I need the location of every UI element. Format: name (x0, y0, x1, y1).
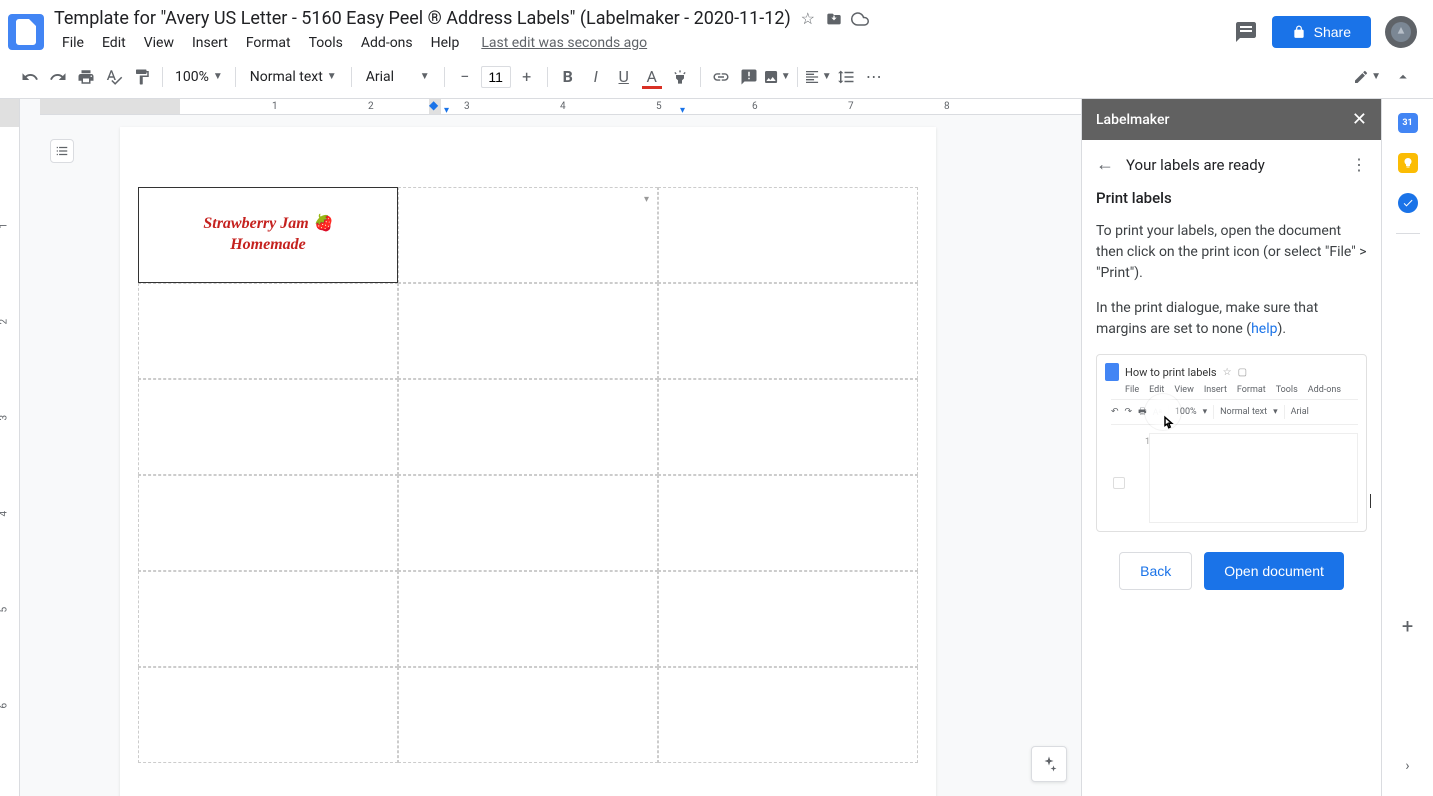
menu-addons[interactable]: Add-ons (353, 31, 421, 55)
menu-file[interactable]: File (54, 31, 92, 55)
label-line1: Strawberry Jam 🍓 (203, 214, 332, 235)
calendar-icon[interactable]: 31 (1398, 113, 1418, 133)
help-link[interactable]: help (1251, 321, 1277, 337)
align-button[interactable]: ▼ (804, 63, 832, 91)
menu-insert[interactable]: Insert (184, 31, 236, 55)
menu-edit[interactable]: Edit (94, 31, 134, 55)
line-spacing-button[interactable] (832, 63, 860, 91)
text-color-button[interactable]: A (638, 63, 666, 91)
mini-star-icon: ☆ (1223, 367, 1232, 378)
back-arrow-icon[interactable]: ← (1096, 154, 1114, 175)
mini-doc-title: How to print labels (1125, 366, 1217, 379)
mini-docs-logo (1105, 363, 1119, 381)
spellcheck-button[interactable] (100, 63, 128, 91)
panel-subtitle: Your labels are ready (1126, 156, 1339, 174)
user-avatar[interactable] (1385, 16, 1417, 48)
label-cell[interactable] (658, 667, 918, 763)
bold-button[interactable]: B (554, 63, 582, 91)
share-button[interactable]: Share (1272, 16, 1371, 48)
label-cell[interactable] (658, 187, 918, 283)
panel-title: Labelmaker (1096, 112, 1169, 128)
document-title[interactable]: Template for "Avery US Letter - 5160 Eas… (54, 8, 791, 29)
panel-para1: To print your labels, open the document … (1096, 221, 1367, 284)
collapse-sidebar-icon[interactable]: › (1398, 756, 1418, 776)
toolbar: 100%▼ Normal text▼ Arial▼ − + B I U A ▼ … (0, 55, 1433, 99)
label-cell[interactable] (138, 667, 398, 763)
last-edit-link[interactable]: Last edit was seconds ago (481, 35, 647, 51)
move-icon[interactable] (825, 10, 843, 28)
label-cell[interactable]: Strawberry Jam 🍓 Homemade (138, 187, 398, 283)
star-icon[interactable]: ☆ (799, 10, 817, 28)
docs-logo[interactable] (8, 14, 44, 50)
close-icon[interactable]: ✕ (1352, 109, 1367, 130)
zoom-select[interactable]: 100%▼ (169, 65, 229, 89)
label-cell[interactable] (398, 667, 658, 763)
label-cell[interactable] (398, 379, 658, 475)
font-size-increase[interactable]: + (513, 63, 541, 91)
menu-format[interactable]: Format (238, 31, 299, 55)
label-cell[interactable] (138, 283, 398, 379)
panel-header: Labelmaker ✕ (1082, 99, 1381, 140)
outline-toggle-button[interactable] (50, 139, 74, 163)
font-size-decrease[interactable]: − (451, 63, 479, 91)
link-button[interactable] (707, 63, 735, 91)
underline-button[interactable]: U (610, 63, 638, 91)
open-document-button[interactable]: Open document (1204, 552, 1344, 590)
comment-button[interactable] (735, 63, 763, 91)
more-button[interactable]: ⋯ (860, 63, 888, 91)
document-container: 1 2 3 4 5 6 1 2 ◆ ▾ 3 4 5 ▾ (0, 99, 1081, 796)
label-cell[interactable] (658, 571, 918, 667)
share-label: Share (1314, 24, 1351, 40)
highlight-button[interactable] (666, 63, 694, 91)
explore-button[interactable] (1031, 746, 1067, 782)
print-help-image: How to print labels ☆ ▢ File Edit View I… (1096, 354, 1367, 532)
document-page[interactable]: Strawberry Jam 🍓 Homemade ▾ (120, 127, 936, 796)
cloud-icon[interactable] (851, 10, 869, 28)
redo-button[interactable] (44, 63, 72, 91)
label-cell[interactable] (398, 283, 658, 379)
mini-move-icon: ▢ (1238, 367, 1247, 378)
label-cell[interactable] (658, 379, 918, 475)
font-size-input[interactable] (481, 66, 511, 88)
app-header: Template for "Avery US Letter - 5160 Eas… (0, 0, 1433, 55)
back-button[interactable]: Back (1119, 552, 1192, 590)
right-sidebar: 31 + › (1381, 99, 1433, 796)
label-cell[interactable] (138, 475, 398, 571)
label-cell[interactable] (398, 475, 658, 571)
horizontal-ruler: 1 2 ◆ ▾ 3 4 5 ▾ 6 7 8 (40, 99, 1081, 115)
print-button[interactable] (72, 63, 100, 91)
undo-button[interactable] (16, 63, 44, 91)
edit-mode-button[interactable]: ▼ (1353, 63, 1381, 91)
label-cell[interactable] (658, 283, 918, 379)
menu-view[interactable]: View (136, 31, 182, 55)
image-button[interactable]: ▼ (763, 63, 791, 91)
labelmaker-panel: Labelmaker ✕ ← Your labels are ready ⋮ P… (1081, 99, 1381, 796)
panel-para2: In the print dialogue, make sure that ma… (1096, 298, 1367, 340)
comments-icon[interactable] (1234, 20, 1258, 44)
panel-section-title: Print labels (1096, 189, 1367, 207)
label-grid: Strawberry Jam 🍓 Homemade ▾ (138, 187, 918, 763)
cell-dropdown-icon[interactable]: ▾ (644, 194, 649, 205)
docs-file-icon (16, 19, 36, 45)
lock-icon (1292, 25, 1306, 39)
panel-menu-icon[interactable]: ⋮ (1351, 155, 1367, 174)
menu-help[interactable]: Help (423, 31, 468, 55)
label-cell[interactable] (398, 571, 658, 667)
menu-bar: File Edit View Insert Format Tools Add-o… (54, 31, 1234, 55)
label-line2: Homemade (203, 235, 332, 256)
paint-format-button[interactable] (128, 63, 156, 91)
font-select[interactable]: Arial▼ (358, 65, 438, 89)
label-cell[interactable] (658, 475, 918, 571)
hide-menus-button[interactable] (1389, 63, 1417, 91)
label-cell[interactable] (138, 571, 398, 667)
label-cell[interactable]: ▾ (398, 187, 658, 283)
tasks-icon[interactable] (1398, 193, 1418, 213)
vertical-ruler: 1 2 3 4 5 6 (0, 99, 20, 796)
italic-button[interactable]: I (582, 63, 610, 91)
label-cell[interactable] (138, 379, 398, 475)
style-select[interactable]: Normal text▼ (242, 65, 345, 89)
keep-icon[interactable] (1398, 153, 1418, 173)
menu-tools[interactable]: Tools (301, 31, 351, 55)
add-addon-icon[interactable]: + (1398, 616, 1418, 636)
